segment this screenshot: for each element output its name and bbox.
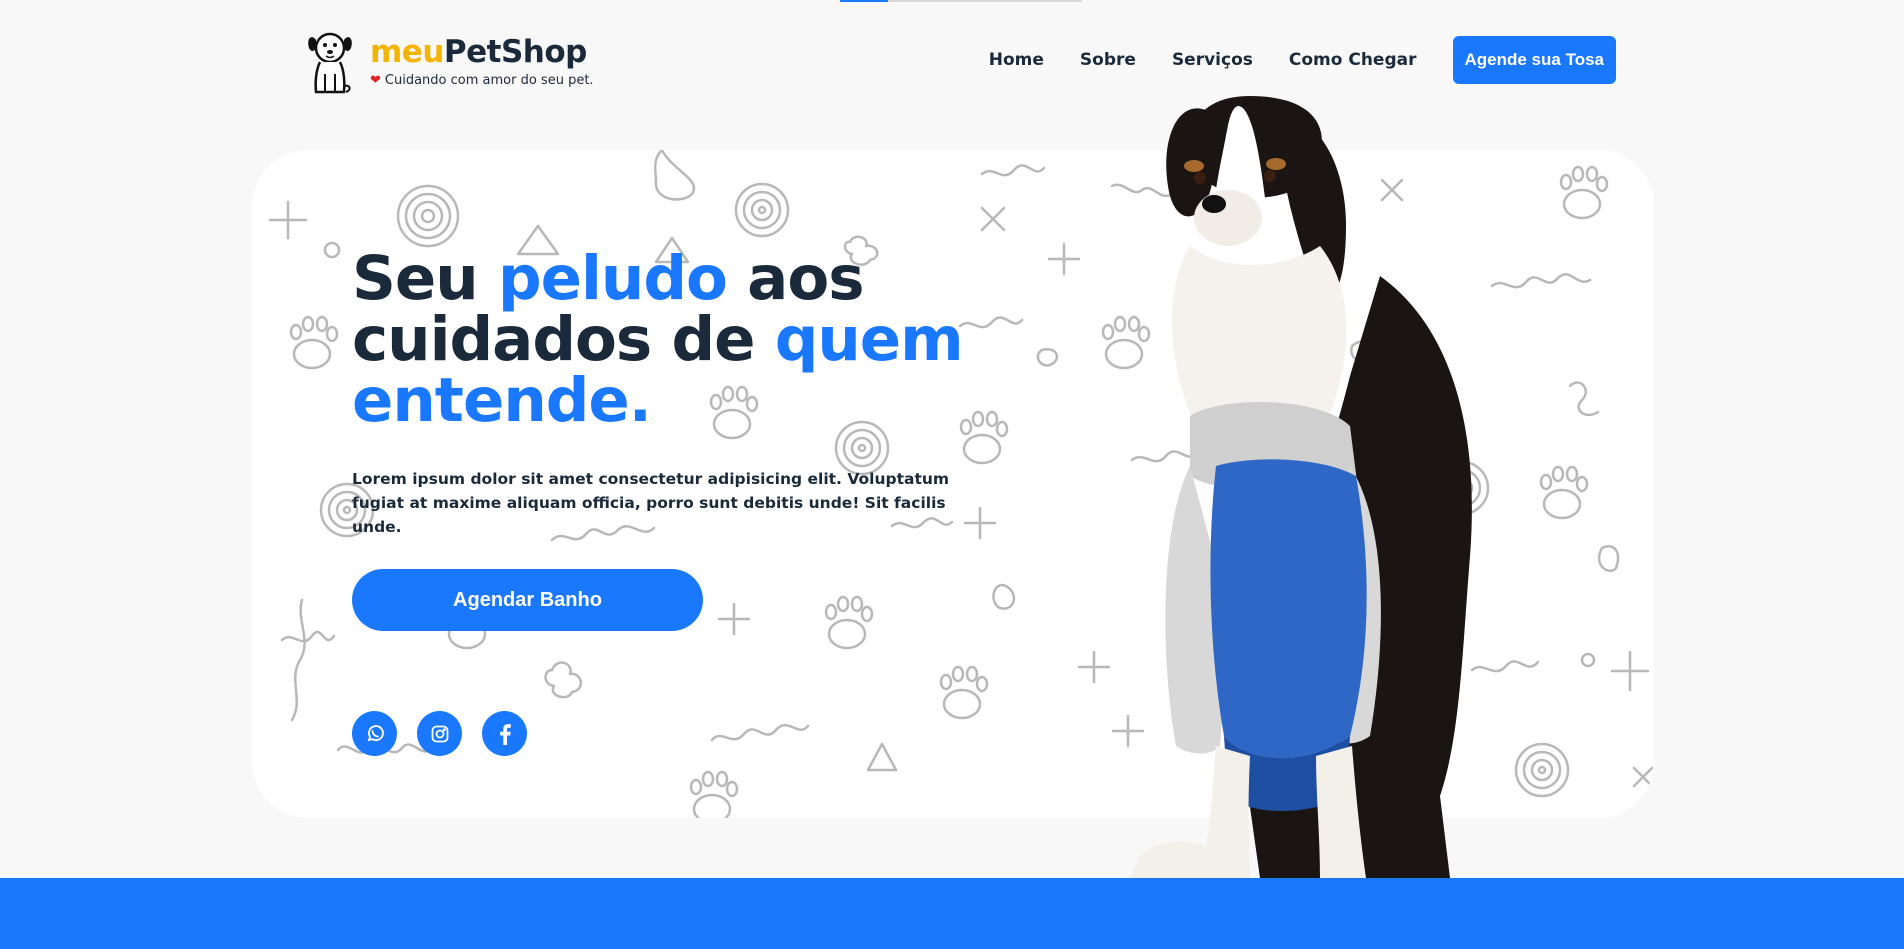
nav-home[interactable]: Home <box>989 50 1044 70</box>
brand-tagline: ❤ Cuidando com amor do seu pet. <box>370 73 594 88</box>
site-header: meuPetShop ❤ Cuidando com amor do seu pe… <box>306 26 1616 96</box>
bottom-blue-band <box>0 878 1904 949</box>
instagram-icon <box>431 725 448 742</box>
facebook-button[interactable] <box>482 711 527 756</box>
brand[interactable]: meuPetShop ❤ Cuidando com amor do seu pe… <box>306 30 594 94</box>
headline-accent: quem <box>774 304 964 375</box>
paw-doodle <box>289 315 339 370</box>
brand-name-part2: PetShop <box>443 34 587 70</box>
agendar-banho-button[interactable]: Agendar Banho <box>352 569 703 631</box>
social-links <box>352 711 992 756</box>
whatsapp-button[interactable] <box>352 711 397 756</box>
nav-como-chegar[interactable]: Como Chegar <box>1289 50 1417 70</box>
headline-accent: entende. <box>352 365 652 436</box>
hero-lead-text: Lorem ipsum dolor sit amet consectetur a… <box>352 470 950 536</box>
heart-icon: ❤ <box>370 73 381 88</box>
dog-logo-icon <box>308 32 352 94</box>
nav-servicos[interactable]: Serviços <box>1172 50 1253 70</box>
page-progress-bar <box>840 0 1082 2</box>
hero-headline: Seu peludo aos cuidados de quem entende. <box>352 248 992 431</box>
brand-name: meuPetShop <box>370 37 594 68</box>
nav-sobre[interactable]: Sobre <box>1080 50 1136 70</box>
page-progress-fill <box>840 0 889 2</box>
main-nav: Home Sobre Serviços Como Chegar Agende s… <box>989 36 1616 84</box>
whatsapp-icon <box>367 724 384 741</box>
brand-name-part1: meu <box>370 34 444 70</box>
facebook-icon <box>499 723 511 745</box>
dog-in-hoodie-image <box>1130 96 1472 878</box>
tagline-text: Cuidando com amor do seu pet. <box>384 73 594 88</box>
agende-tosa-button[interactable]: Agende sua Tosa <box>1452 36 1616 84</box>
hero-copy: Seu peludo aos cuidados de quem entende. L… <box>352 248 992 756</box>
instagram-button[interactable] <box>417 711 462 756</box>
